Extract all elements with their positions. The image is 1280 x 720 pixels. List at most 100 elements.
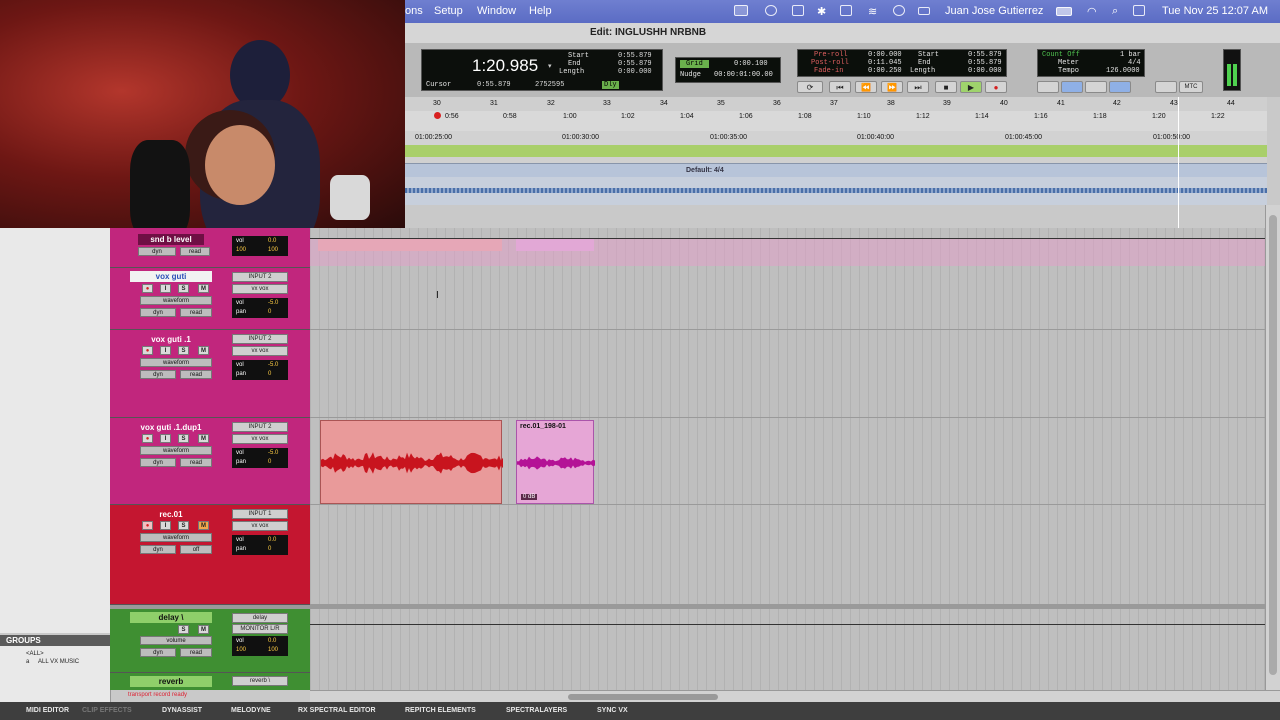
grid-nudge-display[interactable]: Grid 0:00.100 Nudge 00:00:01:00.00 bbox=[675, 57, 781, 83]
track-automation-mode[interactable]: read bbox=[180, 247, 210, 256]
solo-button[interactable]: S bbox=[178, 625, 189, 634]
vertical-scroll-thumb[interactable] bbox=[1269, 215, 1277, 675]
length-value[interactable]: 0:00.000 bbox=[618, 68, 652, 76]
taskbar-clip-effects[interactable]: CLIP EFFECTS bbox=[82, 707, 132, 714]
track-name[interactable]: vox guti .1 bbox=[130, 334, 212, 345]
track-input-selector[interactable]: INPUT 2 bbox=[232, 334, 288, 344]
menu-item-window[interactable]: Window bbox=[477, 5, 516, 17]
countoff-button[interactable] bbox=[1085, 81, 1107, 93]
groups-panel[interactable]: GROUPS <ALL> a ALL VX MUSIC bbox=[0, 635, 111, 703]
go-to-end-button[interactable]: ⏭ bbox=[907, 81, 929, 93]
track-automation-mode[interactable]: read bbox=[180, 648, 212, 657]
input-monitor-icon[interactable]: I bbox=[160, 284, 171, 293]
end-value[interactable]: 0:55.879 bbox=[618, 60, 652, 68]
taskbar-rx-spectral-editor[interactable]: RX SPECTRAL EDITOR bbox=[298, 707, 376, 714]
track-view-selector[interactable]: waveform bbox=[140, 533, 212, 542]
return-to-zero-button[interactable]: ⏮ bbox=[829, 81, 851, 93]
track-vox-guti-1[interactable]: vox guti .1 ● I S M waveform dyn read IN… bbox=[110, 330, 310, 418]
preroll-length-value[interactable]: 0:00.000 bbox=[968, 67, 1002, 75]
track-output-selector[interactable]: MONITOR L/R bbox=[232, 624, 288, 634]
group-all-vx-music[interactable]: ALL VX MUSIC bbox=[38, 659, 79, 665]
track-rec-01[interactable]: rec.01 ● I S M waveform dyn off INPUT 1 … bbox=[110, 505, 310, 605]
wifi-icon[interactable]: ◠ bbox=[1087, 5, 1097, 18]
vertical-scrollbar[interactable] bbox=[1265, 205, 1280, 690]
preroll-start-value[interactable]: 0:55.879 bbox=[968, 51, 1002, 59]
taskbar-dynassist[interactable]: DYNASSIST bbox=[162, 707, 202, 714]
taskbar-midi-editor[interactable]: MIDI EDITOR bbox=[26, 707, 69, 714]
mute-button[interactable]: M bbox=[198, 521, 209, 530]
track-output-selector[interactable]: vx vox bbox=[232, 284, 288, 294]
track-name[interactable]: reverb bbox=[130, 676, 212, 687]
rewind-button[interactable]: ⏪ bbox=[855, 81, 877, 93]
track-automation-mode[interactable]: read bbox=[180, 370, 212, 379]
menubar-user-name[interactable]: Juan Jose Gutierrez bbox=[945, 5, 1043, 17]
play-status-icon[interactable] bbox=[893, 5, 905, 16]
track-dyn-selector[interactable]: dyn bbox=[140, 648, 176, 657]
clip-snd-b-level-2[interactable] bbox=[516, 238, 594, 251]
grid-value[interactable]: 0:00.100 bbox=[734, 60, 768, 68]
menu-item-setup[interactable]: Setup bbox=[434, 5, 463, 17]
track-snd-b-level[interactable]: snd b level dyn read vol 0.0 100 100 bbox=[110, 228, 310, 268]
clip-gain-label[interactable]: 0 dB bbox=[521, 494, 538, 500]
record-enable-icon[interactable]: ● bbox=[142, 284, 153, 293]
track-name[interactable]: vox guti .1.dup1 bbox=[130, 422, 212, 433]
track-reverb[interactable]: reverb reverb \ bbox=[110, 673, 310, 690]
track-dyn-selector[interactable]: dyn bbox=[140, 308, 176, 317]
display-icon[interactable] bbox=[840, 5, 852, 16]
mute-button[interactable]: M bbox=[198, 284, 209, 293]
tempo-value[interactable]: 126.0000 bbox=[1106, 67, 1140, 75]
clipboard-icon[interactable] bbox=[792, 5, 804, 16]
track-input-selector[interactable]: INPUT 2 bbox=[232, 272, 288, 282]
meter-value[interactable]: 4/4 bbox=[1128, 59, 1141, 67]
solo-button[interactable]: S bbox=[178, 434, 189, 443]
track-dyn-selector[interactable]: dyn bbox=[140, 370, 176, 379]
track-automation-mode[interactable]: read bbox=[180, 458, 212, 467]
clip-snd-b-level-1[interactable] bbox=[318, 238, 502, 251]
screen-share-icon[interactable] bbox=[734, 5, 748, 16]
track-input-selector[interactable]: delay bbox=[232, 613, 288, 623]
track-automation-mode[interactable]: read bbox=[180, 308, 212, 317]
count-off-label[interactable]: Count Off bbox=[1042, 51, 1080, 59]
track-volume-pan[interactable]: vol 0.0 pan 0 bbox=[232, 535, 288, 555]
track-volume-pan[interactable]: vol -5.0 pan 0 bbox=[232, 360, 288, 380]
clip-vox-guti-dup1[interactable] bbox=[320, 420, 503, 504]
stop-button[interactable]: ■ bbox=[935, 81, 957, 93]
track-view-selector[interactable]: waveform bbox=[140, 296, 212, 305]
mute-button[interactable]: M bbox=[198, 625, 209, 634]
postroll-value[interactable]: 0:11.045 bbox=[868, 59, 902, 67]
input-monitor-icon[interactable]: I bbox=[160, 346, 171, 355]
track-volume-pan[interactable]: vol 0.0 100 100 bbox=[232, 236, 288, 256]
search-icon[interactable]: ⌕ bbox=[1112, 5, 1118, 18]
track-volume-pan[interactable]: vol 0.0 100 100 bbox=[232, 636, 288, 656]
clip-rec-01[interactable]: rec.01_198-01 0 dB bbox=[516, 420, 595, 504]
track-view-selector[interactable]: waveform bbox=[140, 446, 212, 455]
taskbar-melodyne[interactable]: MELODYNE bbox=[231, 707, 271, 714]
taskbar-spectralayers[interactable]: SPECTRALAYERS bbox=[506, 707, 567, 714]
tracks-list-panel[interactable] bbox=[0, 228, 111, 633]
track-vox-guti[interactable]: vox guti ● I S M waveform dyn read INPUT… bbox=[110, 268, 310, 330]
main-counter[interactable]: 1:20.985 ▾ Start 0:55.879 End 0:55.879 L… bbox=[421, 49, 663, 91]
track-dyn-selector[interactable]: dyn bbox=[140, 458, 176, 467]
track-output-selector[interactable]: vx vox bbox=[232, 434, 288, 444]
transport-online-button[interactable]: ⟳ bbox=[797, 81, 823, 93]
control-center-icon[interactable] bbox=[1133, 5, 1145, 16]
track-delay[interactable]: delay \ S M volume dyn read delay MONITO… bbox=[110, 609, 310, 673]
mute-button[interactable]: M bbox=[198, 434, 209, 443]
track-output-selector[interactable]: vx vox bbox=[232, 521, 288, 531]
horizontal-scroll-thumb[interactable] bbox=[568, 694, 718, 700]
menu-item-help[interactable]: Help bbox=[529, 5, 552, 17]
taskbar-repitch-elements[interactable]: REPITCH ELEMENTS bbox=[405, 707, 476, 714]
track-dyn-selector[interactable]: dyn bbox=[140, 545, 176, 554]
meter-ruler[interactable]: Default: 4/4 bbox=[405, 163, 1267, 178]
sync-button[interactable] bbox=[1155, 81, 1177, 93]
track-input-selector[interactable]: reverb \ bbox=[232, 676, 288, 686]
wait-for-note-button[interactable] bbox=[1037, 81, 1059, 93]
fadein-value[interactable]: 0:00.250 bbox=[868, 67, 902, 75]
track-view-selector[interactable]: waveform bbox=[140, 358, 212, 367]
bars-beats-ruler[interactable]: 30 31 32 33 34 35 36 37 38 39 40 41 42 4… bbox=[405, 97, 1267, 112]
track-automation-mode[interactable]: off bbox=[180, 545, 212, 554]
solo-button[interactable]: S bbox=[178, 521, 189, 530]
track-name[interactable]: vox guti bbox=[130, 271, 212, 282]
nudge-value[interactable]: 00:00:01:00.00 bbox=[714, 71, 773, 79]
input-monitor-icon[interactable]: I bbox=[160, 521, 171, 530]
